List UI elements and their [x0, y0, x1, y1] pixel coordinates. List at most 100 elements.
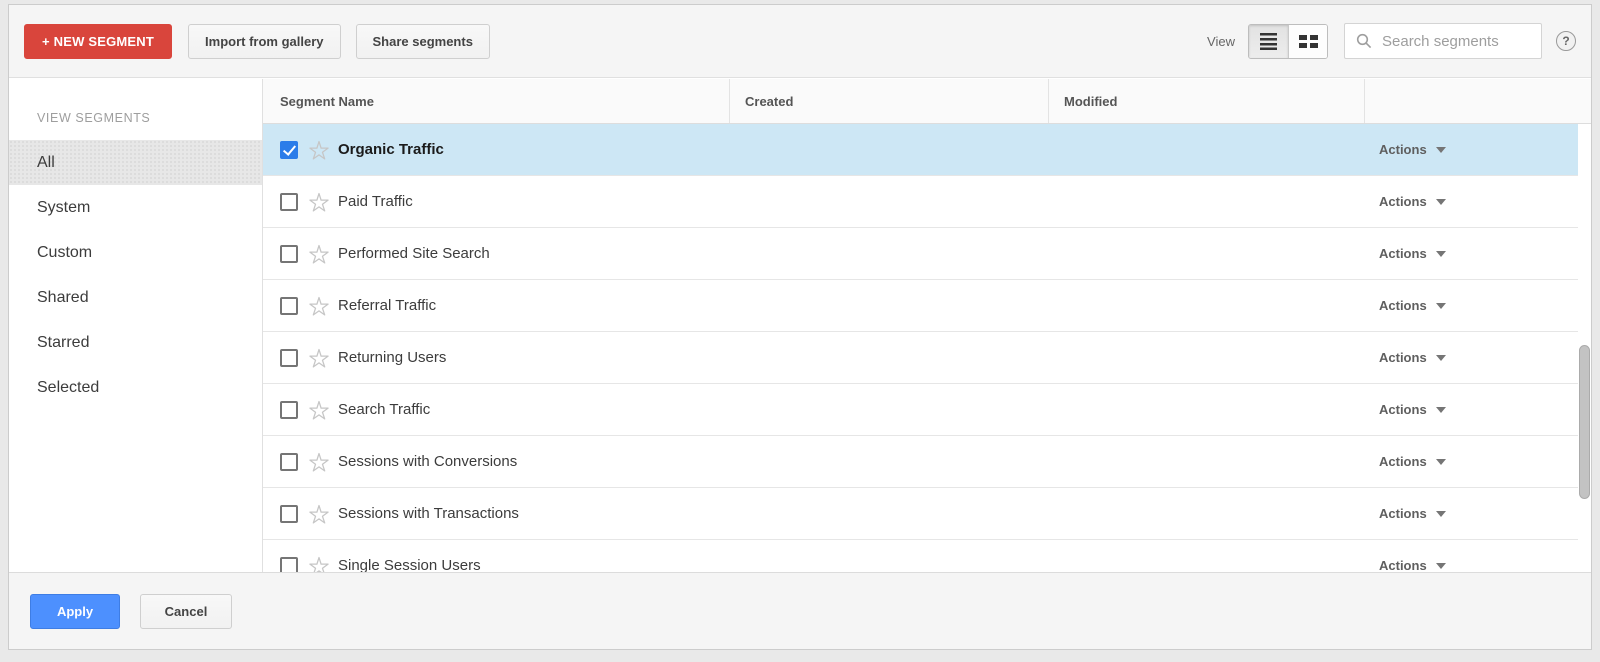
search-icon [1356, 33, 1372, 49]
table-row[interactable]: Performed Site Search Actions [263, 228, 1578, 280]
sidebar-item-label: Custom [37, 244, 93, 261]
grid-view-button[interactable] [1288, 24, 1327, 58]
actions-dropdown[interactable]: Actions [1379, 454, 1446, 469]
actions-label: Actions [1379, 298, 1427, 313]
segment-table-body: Organic Traffic Actions Paid Traffic Act… [263, 124, 1591, 572]
segment-name-cell: Sessions with Conversions [263, 451, 729, 473]
star-icon[interactable] [308, 347, 330, 369]
row-checkbox[interactable] [280, 296, 298, 315]
actions-dropdown[interactable]: Actions [1379, 350, 1446, 365]
row-checkbox[interactable] [280, 348, 298, 367]
row-checkbox[interactable] [280, 556, 298, 572]
apply-button[interactable]: Apply [30, 593, 120, 629]
star-icon[interactable] [308, 399, 330, 421]
row-checkbox[interactable] [280, 192, 298, 211]
caret-down-icon [1435, 510, 1446, 517]
actions-label: Actions [1379, 402, 1427, 417]
actions-label: Actions [1379, 350, 1427, 365]
star-icon[interactable] [308, 139, 330, 161]
actions-dropdown[interactable]: Actions [1379, 142, 1446, 157]
row-checkbox[interactable] [280, 504, 298, 523]
segment-name[interactable]: Performed Site Search [338, 245, 490, 262]
sidebar-item-selected[interactable]: Selected [9, 365, 262, 410]
row-checkbox[interactable] [280, 140, 298, 159]
segment-name[interactable]: Paid Traffic [338, 193, 413, 210]
table-row[interactable]: Paid Traffic Actions [263, 176, 1578, 228]
sidebar-items: All System Custom Shared Starred Selecte… [9, 140, 262, 410]
caret-down-icon [1435, 354, 1446, 361]
sidebar-item-shared[interactable]: Shared [9, 275, 262, 320]
segment-name-cell: Performed Site Search [263, 243, 729, 265]
grid-view-icon [1298, 34, 1318, 48]
list-view-button[interactable] [1249, 24, 1288, 58]
toolbar: + NEW SEGMENT Import from gallery Share … [9, 5, 1591, 78]
actions-dropdown[interactable]: Actions [1379, 506, 1446, 521]
actions-cell: Actions [1364, 402, 1578, 417]
segment-name[interactable]: Search Traffic [338, 401, 430, 418]
cancel-button[interactable]: Cancel [140, 593, 232, 629]
star-icon[interactable] [308, 555, 330, 573]
actions-dropdown[interactable]: Actions [1379, 246, 1446, 261]
table-row[interactable]: Referral Traffic Actions [263, 280, 1578, 332]
actions-cell: Actions [1364, 350, 1578, 365]
sidebar-heading: VIEW SEGMENTS [37, 111, 151, 125]
star-icon[interactable] [308, 295, 330, 317]
row-checkbox[interactable] [280, 244, 298, 263]
search-input[interactable] [1344, 23, 1542, 59]
actions-cell: Actions [1364, 454, 1578, 469]
star-icon[interactable] [308, 503, 330, 525]
list-view-icon [1260, 32, 1277, 50]
star-icon[interactable] [308, 243, 330, 265]
star-icon[interactable] [308, 451, 330, 473]
segment-name[interactable]: Sessions with Transactions [338, 505, 519, 522]
sidebar-item-label: Shared [37, 289, 89, 306]
new-segment-button[interactable]: + NEW SEGMENT [24, 23, 173, 59]
table-row[interactable]: Sessions with Transactions Actions [263, 488, 1578, 540]
table-header: Segment Name Created Modified [263, 79, 1591, 124]
row-checkbox[interactable] [280, 400, 298, 419]
segment-name[interactable]: Organic Traffic [338, 141, 444, 158]
actions-label: Actions [1379, 558, 1427, 572]
actions-dropdown[interactable]: Actions [1379, 558, 1446, 572]
segment-name[interactable]: Returning Users [338, 349, 446, 366]
caret-down-icon [1435, 458, 1446, 465]
sidebar-item-label: System [37, 199, 91, 216]
share-segments-button[interactable]: Share segments [355, 23, 490, 59]
table-row[interactable]: Search Traffic Actions [263, 384, 1578, 436]
star-icon[interactable] [308, 191, 330, 213]
caret-down-icon [1435, 198, 1446, 205]
actions-dropdown[interactable]: Actions [1379, 298, 1446, 313]
segment-name[interactable]: Sessions with Conversions [338, 453, 517, 470]
segment-name-cell: Organic Traffic [263, 139, 729, 161]
segments-panel: + NEW SEGMENT Import from gallery Share … [8, 4, 1592, 650]
sidebar-item-custom[interactable]: Custom [9, 230, 262, 275]
table-row[interactable]: Returning Users Actions [263, 332, 1578, 384]
row-checkbox[interactable] [280, 452, 298, 471]
content: VIEW SEGMENTS All System Custom Shared S… [9, 79, 1591, 572]
footer: Apply Cancel [9, 572, 1591, 649]
segment-name[interactable]: Referral Traffic [338, 297, 436, 314]
column-header-actions [1364, 79, 1591, 123]
segment-table: Segment Name Created Modified Organic Tr… [263, 79, 1591, 572]
caret-down-icon [1435, 302, 1446, 309]
sidebar-item-all[interactable]: All [9, 140, 262, 185]
sidebar-item-label: All [37, 154, 55, 171]
help-button[interactable]: ? [1556, 31, 1576, 51]
search-box [1344, 23, 1542, 59]
scrollbar-thumb[interactable] [1579, 345, 1590, 499]
table-row[interactable]: Sessions with Conversions Actions [263, 436, 1578, 488]
sidebar-item-system[interactable]: System [9, 185, 262, 230]
table-row[interactable]: Single Session Users Actions [263, 540, 1578, 572]
column-header-segment-name: Segment Name [280, 93, 374, 109]
table-row[interactable]: Organic Traffic Actions [263, 124, 1578, 176]
actions-cell: Actions [1364, 142, 1578, 157]
actions-dropdown[interactable]: Actions [1379, 194, 1446, 209]
caret-down-icon [1435, 250, 1446, 257]
segment-name-cell: Search Traffic [263, 399, 729, 421]
actions-dropdown[interactable]: Actions [1379, 402, 1446, 417]
column-header-created: Created [729, 79, 1048, 123]
segment-name[interactable]: Single Session Users [338, 557, 481, 572]
segment-name-cell: Referral Traffic [263, 295, 729, 317]
sidebar-item-starred[interactable]: Starred [9, 320, 262, 365]
import-from-gallery-button[interactable]: Import from gallery [188, 23, 341, 59]
